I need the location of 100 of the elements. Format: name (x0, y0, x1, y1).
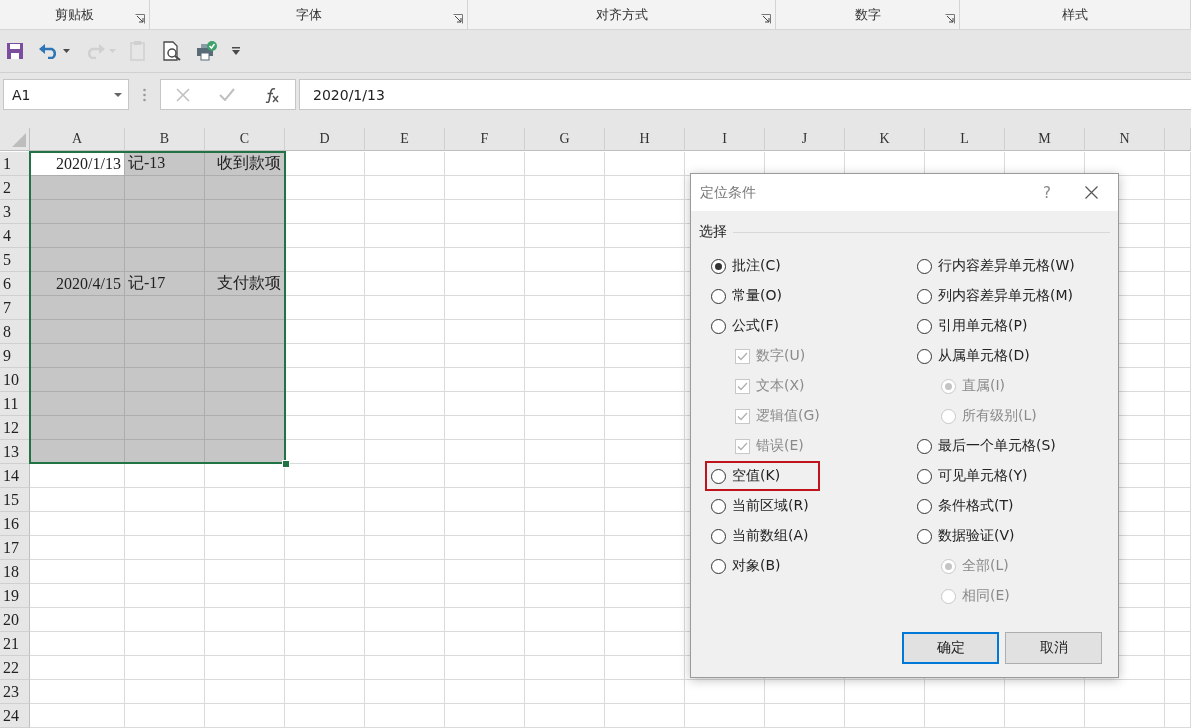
column-header[interactable]: L (925, 128, 1005, 151)
option-label: 常量(O) (732, 287, 782, 305)
column-header[interactable]: M (1005, 128, 1085, 151)
row-header[interactable]: 11 (0, 392, 30, 416)
radio-button[interactable] (917, 528, 932, 544)
row-header[interactable]: 9 (0, 344, 30, 368)
radio-button[interactable] (917, 468, 932, 484)
radio-button[interactable] (917, 498, 932, 514)
column-header[interactable]: D (285, 128, 365, 151)
column-header[interactable]: A (30, 128, 125, 151)
dialog-launcher-icon[interactable] (453, 14, 463, 24)
group-label: 选择 (699, 223, 727, 241)
grid-cell (1165, 680, 1191, 704)
row-header[interactable]: 24 (0, 704, 30, 728)
grid-cell: 记-13 (125, 152, 205, 176)
grid-cell (1165, 320, 1191, 344)
row-header[interactable]: 18 (0, 560, 30, 584)
option-label: 可见单元格(Y) (938, 467, 1028, 485)
radio-button[interactable] (917, 318, 932, 334)
dropdown-caret-icon[interactable] (63, 49, 70, 53)
radio-button[interactable] (711, 468, 726, 484)
row-header[interactable]: 16 (0, 512, 30, 536)
radio-button[interactable] (917, 348, 932, 364)
customize-toolbar-icon[interactable] (232, 47, 240, 55)
option-label: 错误(E) (756, 437, 804, 455)
print-preview-icon[interactable] (162, 41, 182, 61)
save-icon[interactable] (6, 42, 24, 60)
row-header[interactable]: 5 (0, 248, 30, 272)
radio-button[interactable] (711, 318, 726, 334)
grip-icon[interactable] (143, 87, 146, 102)
option-label: 所有级别(L) (962, 407, 1037, 425)
option-label: 相同(E) (962, 587, 1010, 605)
row-header[interactable]: 22 (0, 656, 30, 680)
grid-cell (1165, 176, 1191, 200)
radio-button[interactable] (711, 288, 726, 304)
column-header[interactable]: J (765, 128, 845, 151)
column-header[interactable]: N (1085, 128, 1165, 151)
printer-icon[interactable] (196, 41, 218, 61)
help-button[interactable]: ? (1043, 183, 1051, 202)
dialog-title: 定位条件 (700, 183, 757, 202)
grid-cell (1165, 464, 1191, 488)
fill-handle[interactable] (282, 460, 290, 468)
dialog-launcher-icon[interactable] (945, 14, 955, 24)
column-header[interactable]: E (365, 128, 445, 151)
option-label: 行内容差异单元格(W) (938, 257, 1075, 275)
column-header[interactable]: K (845, 128, 925, 151)
radio-button[interactable] (711, 528, 726, 544)
column-header[interactable]: B (125, 128, 205, 151)
option-label: 引用单元格(P) (938, 317, 1028, 335)
dialog-button[interactable]: 确定 (902, 632, 999, 664)
radio-button[interactable] (917, 288, 932, 304)
row-header[interactable]: 12 (0, 416, 30, 440)
option-label: 从属单元格(D) (938, 347, 1030, 365)
row-header[interactable]: 4 (0, 224, 30, 248)
option-label: 对象(B) (732, 557, 781, 575)
option-label: 条件格式(T) (938, 497, 1014, 515)
row-header[interactable]: 8 (0, 320, 30, 344)
function-icon[interactable] (264, 86, 281, 103)
row-header[interactable]: 17 (0, 536, 30, 560)
dialog-button[interactable]: 取消 (1005, 632, 1102, 664)
row-header[interactable]: 3 (0, 200, 30, 224)
radio-button[interactable] (917, 258, 932, 274)
grid-cell (1165, 704, 1191, 728)
column-header[interactable]: I (685, 128, 765, 151)
option-label: 批注(C) (732, 257, 781, 275)
row-header[interactable]: 7 (0, 296, 30, 320)
row-header[interactable]: 14 (0, 464, 30, 488)
column-header[interactable]: H (605, 128, 685, 151)
ribbon-group-label: 数字 (854, 5, 881, 24)
row-header[interactable]: 2 (0, 176, 30, 200)
row-header[interactable]: 19 (0, 584, 30, 608)
option-label: 最后一个单元格(S) (938, 437, 1056, 455)
radio-button[interactable] (711, 498, 726, 514)
option-label: 当前数组(A) (732, 527, 809, 545)
ribbon-group-label: 字体 (295, 5, 322, 24)
row-header[interactable]: 23 (0, 680, 30, 704)
column-header[interactable]: F (445, 128, 525, 151)
dialog-launcher-icon[interactable] (135, 14, 145, 24)
row-header[interactable]: 20 (0, 608, 30, 632)
column-header[interactable]: C (205, 128, 285, 151)
radio-button[interactable] (917, 438, 932, 454)
row-header[interactable]: 1 (0, 152, 30, 176)
row-header[interactable]: 10 (0, 368, 30, 392)
row-header[interactable]: 6 (0, 272, 30, 296)
close-button[interactable] (1085, 186, 1098, 199)
radio-button[interactable] (711, 258, 726, 274)
row-header[interactable]: 21 (0, 632, 30, 656)
column-header[interactable]: G (525, 128, 605, 151)
dialog-launcher-icon[interactable] (761, 14, 771, 24)
ribbon-group-label: 样式 (1062, 5, 1088, 24)
grid-cell: 收到款项 (205, 152, 285, 176)
grid-cell (1165, 344, 1191, 368)
name-box[interactable]: A1 (3, 79, 129, 110)
option-label: 空值(K) (732, 467, 781, 485)
radio-button[interactable] (711, 558, 726, 574)
row-header[interactable]: 13 (0, 440, 30, 464)
check-icon[interactable] (219, 88, 235, 101)
grid-cell: 2020/4/15 (30, 272, 125, 296)
formula-input[interactable]: 2020/1/13 (299, 79, 1191, 110)
row-header[interactable]: 15 (0, 488, 30, 512)
